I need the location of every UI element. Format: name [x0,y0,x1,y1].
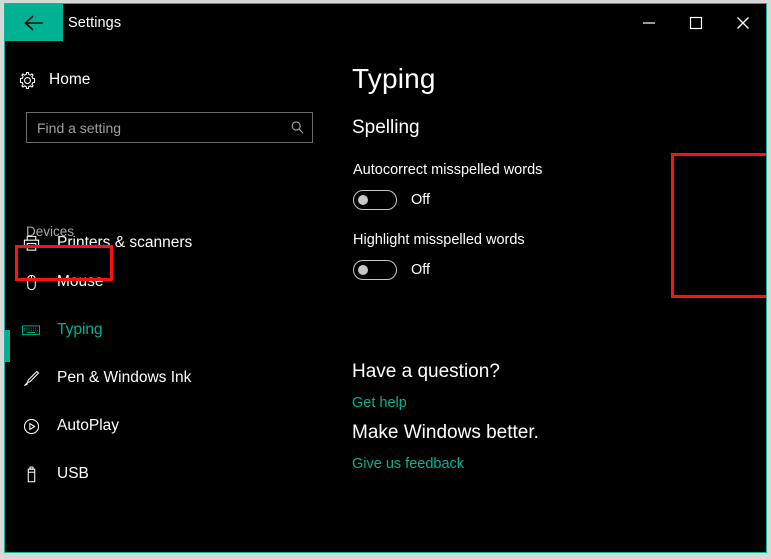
close-icon [737,16,749,29]
autoplay-icon [5,417,57,436]
gear-icon [5,71,49,90]
close-button[interactable] [720,4,766,41]
spelling-section-header: Spelling [352,117,420,138]
get-help-link[interactable]: Get help [352,395,407,411]
sidebar-item-autoplay[interactable]: AutoPlay [5,402,335,450]
sidebar-nav-list: Printers & scanners Mouse Typing Pen & W… [5,236,335,498]
sidebar-item-usb-label: USB [57,465,89,482]
mouse-icon [5,273,57,292]
sidebar-item-autoplay-label: AutoPlay [57,417,120,434]
have-a-question-heading: Have a question? [352,361,500,382]
sidebar: Home Find a setting Devices Printers & s… [5,46,335,552]
back-arrow-icon [24,15,43,30]
maximize-button[interactable] [673,4,719,41]
maximize-icon [689,16,703,29]
highlight-toggle[interactable] [353,260,397,280]
toggle-knob-icon [358,265,368,275]
pen-icon [5,369,57,388]
back-button[interactable] [5,4,63,41]
autocorrect-setting-label: Autocorrect misspelled words [353,162,543,178]
minimize-icon [643,21,655,24]
sidebar-item-home-label: Home [49,71,91,88]
toggle-knob-icon [358,195,368,205]
sidebar-item-usb[interactable]: USB [5,450,335,498]
keyboard-icon [5,320,57,340]
autocorrect-toggle[interactable] [353,190,397,210]
sidebar-item-printers-and-scanners[interactable]: Printers & scanners [5,236,335,258]
search-icon[interactable] [282,120,312,135]
search-input[interactable]: Find a setting [26,112,313,143]
make-windows-better-heading: Make Windows better. [352,422,539,443]
sidebar-item-mouse-label: Mouse [57,273,104,290]
sidebar-item-typing[interactable]: Typing [5,306,335,354]
sidebar-item-pen-and-windows-ink[interactable]: Pen & Windows Ink [5,354,335,402]
highlight-toggle-state: Off [411,262,431,278]
sidebar-item-pen-and-windows-ink-label: Pen & Windows Ink [57,369,192,386]
sidebar-item-typing-label: Typing [57,321,103,338]
give-us-feedback-link[interactable]: Give us feedback [352,456,464,472]
minimize-button[interactable] [626,4,672,41]
annotation-box-spelling-settings [671,153,766,298]
usb-icon [5,465,57,484]
autocorrect-toggle-row: Off [353,190,430,210]
sidebar-item-mouse[interactable]: Mouse [5,258,335,306]
settings-window: Settings Home Find a setting Devices Pri… [4,3,767,553]
printer-icon [5,236,57,253]
highlight-toggle-row: Off [353,260,430,280]
page-title: Typing [352,63,436,94]
sidebar-item-printers-and-scanners-label: Printers & scanners [57,236,193,251]
title-bar: Settings [5,4,766,46]
autocorrect-toggle-state: Off [411,192,431,208]
app-title: Settings [68,15,122,31]
selected-item-accent-bar [5,330,10,362]
highlight-setting-label: Highlight misspelled words [353,232,525,248]
search-input-placeholder: Find a setting [37,119,122,136]
sidebar-item-home[interactable]: Home [5,63,305,97]
main-content: Typing Spelling Autocorrect misspelled w… [335,46,766,552]
